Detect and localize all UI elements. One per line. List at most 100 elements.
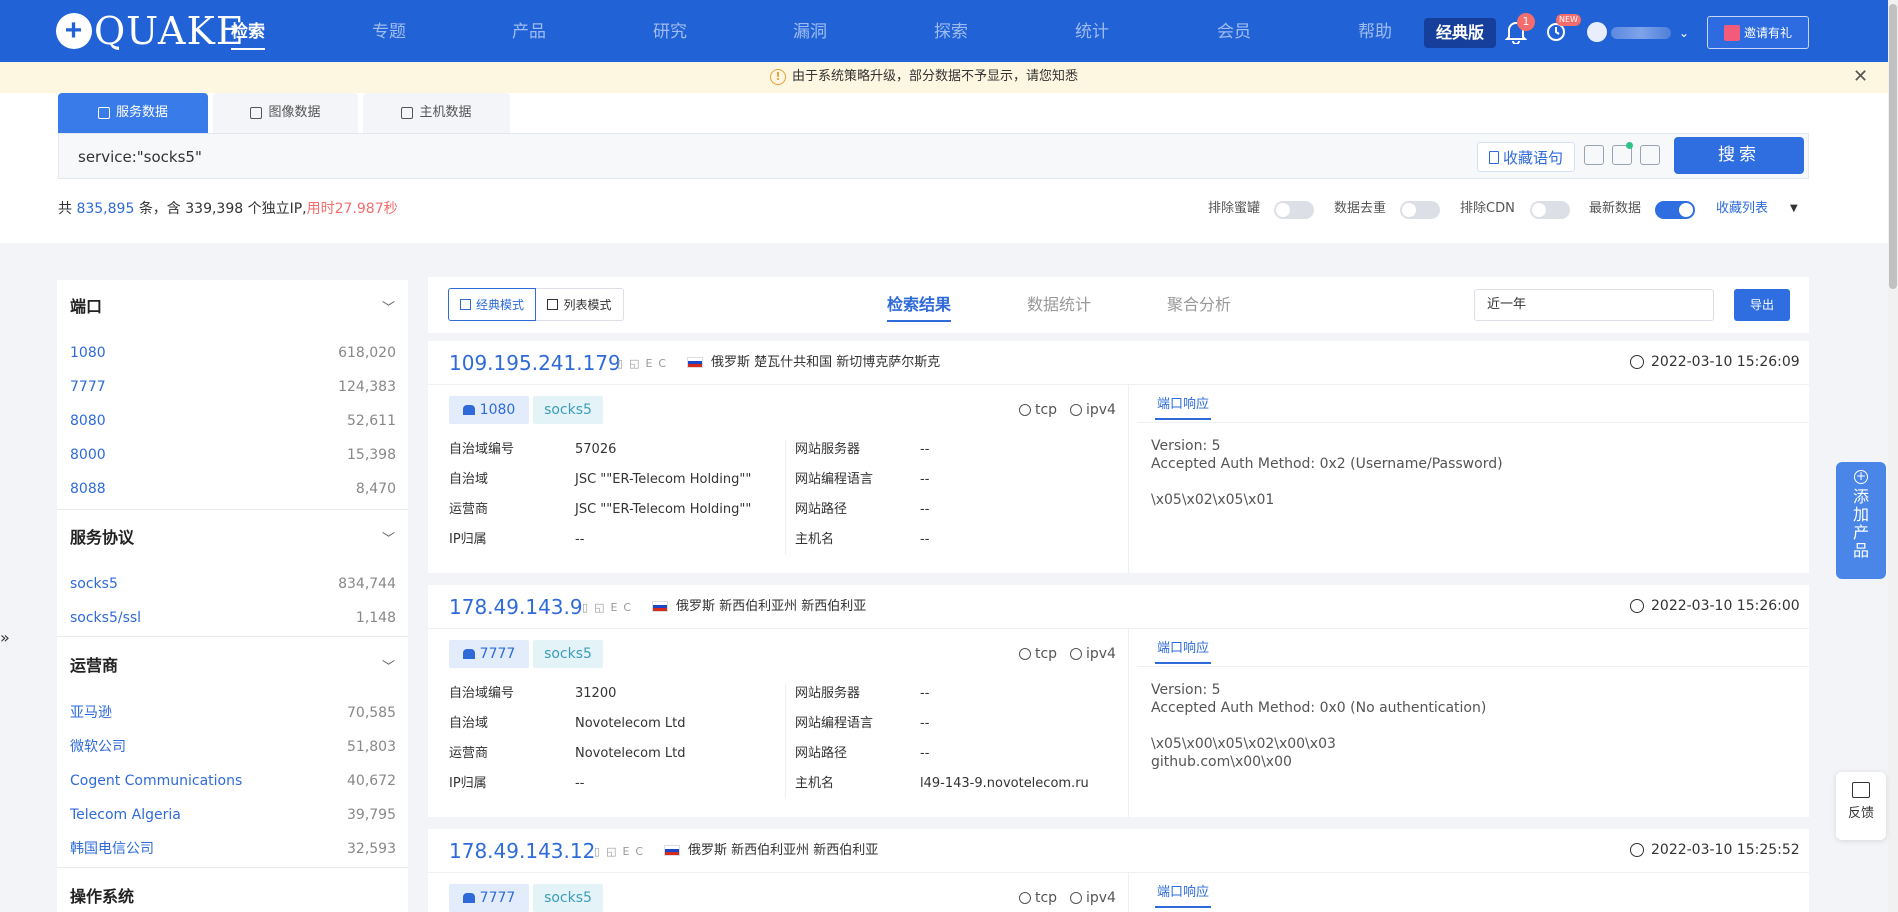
chevron-down-icon[interactable]: ﹀ bbox=[382, 297, 395, 316]
doc-icon[interactable]: ▯ bbox=[617, 357, 629, 370]
toggle-label-latest: 最新数据 bbox=[1589, 201, 1642, 216]
list-mode-button[interactable]: 列表模式 bbox=[536, 288, 624, 321]
transport-value: tcp bbox=[1035, 890, 1058, 906]
filter-item[interactable]: 1080 bbox=[70, 344, 106, 362]
ec-icon[interactable]: EC bbox=[645, 357, 672, 370]
tab-aggregation[interactable]: 聚合分析 bbox=[1167, 294, 1231, 316]
nav-explore[interactable]: 探索 bbox=[934, 20, 968, 44]
ec-icon[interactable]: EC bbox=[610, 601, 637, 614]
caret-down-icon[interactable]: ▼ bbox=[1790, 203, 1798, 214]
divider bbox=[785, 684, 786, 799]
service-tag[interactable]: socks5 bbox=[533, 884, 603, 912]
search-query-text[interactable]: service:"socks5" bbox=[78, 148, 202, 166]
tab-service-data[interactable]: 服务数据 bbox=[58, 93, 208, 133]
service-tag[interactable]: socks5 bbox=[533, 640, 603, 668]
port-tag[interactable]: 7777 bbox=[449, 884, 529, 912]
feedback-button[interactable]: 反馈 bbox=[1836, 772, 1886, 840]
avatar[interactable] bbox=[1587, 22, 1607, 42]
nav-statistics[interactable]: 统计 bbox=[1075, 20, 1109, 44]
period-select[interactable]: 近一年 bbox=[1474, 289, 1714, 321]
export-button[interactable]: 导出 bbox=[1734, 289, 1790, 321]
tab-host-data[interactable]: 主机数据 bbox=[363, 93, 510, 133]
result-stats: 共 835,895 条，含 339,398 个独立IP,用时27.987秒 bbox=[58, 200, 398, 218]
transport-value: tcp bbox=[1035, 646, 1058, 662]
nav-search[interactable]: 检索 bbox=[231, 20, 265, 50]
nav-vulnerabilities[interactable]: 漏洞 bbox=[793, 20, 827, 44]
toggle-latest[interactable] bbox=[1655, 201, 1695, 219]
divider bbox=[428, 384, 1809, 385]
result-action-icons[interactable]: ▯◱EC bbox=[594, 845, 649, 859]
field-value: JSC ""ER-Telecom Holding"" bbox=[575, 472, 752, 487]
filter-item[interactable]: socks5/ssl bbox=[70, 609, 141, 627]
result-ip-link[interactable]: 178.49.143.12 bbox=[449, 839, 595, 863]
port-response-tab[interactable]: 端口响应 bbox=[1154, 397, 1212, 420]
filter-item[interactable]: Cogent Communications bbox=[70, 772, 242, 790]
scrollbar-thumb[interactable] bbox=[1889, 4, 1897, 289]
filter-item[interactable]: Telecom Algeria bbox=[70, 806, 181, 824]
doc-icon[interactable]: ▯ bbox=[582, 601, 594, 614]
filter-item[interactable]: socks5 bbox=[70, 575, 118, 593]
chevron-down-icon[interactable]: ﹀ bbox=[382, 528, 395, 547]
result-timestamp: 2022-03-10 15:26:00 bbox=[1651, 598, 1800, 614]
favicon-search-icon[interactable] bbox=[1640, 145, 1660, 165]
port-response-tab[interactable]: 端口响应 bbox=[1154, 641, 1212, 664]
cert-icon[interactable]: ◱ bbox=[606, 845, 622, 858]
classic-version-button[interactable]: 经典版 bbox=[1424, 18, 1496, 48]
service-tag[interactable]: socks5 bbox=[533, 396, 603, 424]
chevron-down-icon[interactable]: ﹀ bbox=[382, 656, 395, 675]
quake-logo[interactable]: + QUAKE bbox=[56, 12, 245, 50]
close-icon[interactable]: ✕ bbox=[1853, 66, 1868, 87]
port-icon bbox=[462, 893, 475, 903]
nav-research[interactable]: 研究 bbox=[653, 20, 687, 44]
port-response-tab[interactable]: 端口响应 bbox=[1154, 885, 1212, 908]
port-value: 7777 bbox=[479, 890, 516, 906]
filter-item[interactable]: 7777 bbox=[70, 378, 106, 396]
nav-topics[interactable]: 专题 bbox=[372, 20, 406, 44]
port-tag[interactable]: 1080 bbox=[449, 396, 529, 424]
nav-help[interactable]: 帮助 bbox=[1358, 20, 1392, 44]
username-blurred[interactable] bbox=[1611, 27, 1671, 39]
result-ip-link[interactable]: 178.49.143.9 bbox=[449, 595, 583, 619]
filter-item[interactable]: 亚马逊 bbox=[70, 704, 112, 722]
field-value: JSC ""ER-Telecom Holding"" bbox=[575, 502, 752, 517]
scan-icon[interactable] bbox=[1584, 145, 1604, 165]
filter-item[interactable]: 8088 bbox=[70, 480, 106, 498]
result-action-icons[interactable]: ▯◱EC bbox=[617, 357, 672, 371]
field-label: 主机名 bbox=[795, 532, 835, 547]
filter-item[interactable]: 8080 bbox=[70, 412, 106, 430]
toggle-exclude-cdn[interactable] bbox=[1530, 201, 1570, 219]
expand-sidebar-icon[interactable]: » bbox=[0, 628, 10, 647]
tab-statistics[interactable]: 数据统计 bbox=[1027, 294, 1091, 316]
search-button[interactable]: 搜索 bbox=[1674, 137, 1804, 174]
filter-item[interactable]: 微软公司 bbox=[70, 738, 126, 756]
ec-icon[interactable]: EC bbox=[622, 845, 649, 858]
chevron-down-icon[interactable]: ⌄ bbox=[1679, 26, 1689, 40]
cert-icon[interactable]: ◱ bbox=[594, 601, 610, 614]
toggle-exclude-honeypot[interactable] bbox=[1274, 201, 1314, 219]
save-query-button[interactable]: 收藏语句 bbox=[1477, 142, 1575, 172]
toggle-dedup[interactable] bbox=[1400, 201, 1440, 219]
filter-item[interactable]: 8000 bbox=[70, 446, 106, 464]
result-action-icons[interactable]: ▯◱EC bbox=[582, 601, 637, 615]
nav-products[interactable]: 产品 bbox=[512, 20, 546, 44]
divider bbox=[1128, 873, 1129, 912]
image-icon bbox=[250, 107, 263, 119]
field-label: 运营商 bbox=[449, 502, 489, 517]
doc-icon[interactable]: ▯ bbox=[594, 845, 606, 858]
filter-item[interactable]: 韩国电信公司 bbox=[70, 840, 154, 858]
invite-button[interactable]: 邀请有礼 bbox=[1707, 16, 1809, 49]
tab-label: 服务数据 bbox=[115, 105, 168, 120]
field-label: 自治域编号 bbox=[449, 442, 515, 457]
tab-results[interactable]: 检索结果 bbox=[887, 294, 952, 322]
toggle-label-exclude-honeypot: 排除蜜罐 bbox=[1208, 201, 1261, 216]
mode-label: 列表模式 bbox=[563, 298, 612, 312]
notice-text: 由于系统策略升级，部分数据不予显示，请您知悉 bbox=[792, 69, 1079, 84]
add-product-button[interactable]: + 添加产品 bbox=[1836, 462, 1886, 579]
nav-membership[interactable]: 会员 bbox=[1217, 20, 1251, 44]
result-ip-link[interactable]: 109.195.241.179 bbox=[449, 351, 621, 375]
tab-image-data[interactable]: 图像数据 bbox=[213, 93, 358, 133]
classic-mode-button[interactable]: 经典模式 bbox=[448, 288, 536, 321]
fav-list-link[interactable]: 收藏列表 bbox=[1716, 200, 1768, 218]
port-tag[interactable]: 7777 bbox=[449, 640, 529, 668]
cert-icon[interactable]: ◱ bbox=[629, 357, 645, 370]
